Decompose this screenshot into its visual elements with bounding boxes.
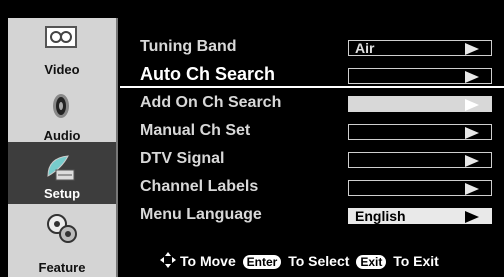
- right-arrow-icon: [465, 211, 479, 223]
- tuning-band-value: Air: [355, 40, 375, 56]
- tv-osd-screen: Video Audio Setup Feature Tuning Band Ai…: [0, 0, 504, 277]
- manual-ch-set-selector[interactable]: [348, 124, 492, 140]
- menu-item-dtv-signal[interactable]: DTV Signal: [120, 148, 504, 170]
- speaker-icon: [53, 94, 69, 118]
- right-arrow-icon: [465, 43, 479, 55]
- menu-item-menu-language[interactable]: Menu Language English: [120, 204, 504, 226]
- menu-item-label: Channel Labels: [140, 178, 259, 195]
- right-arrow-icon: [465, 127, 479, 139]
- select-hint-text: To Select: [288, 253, 350, 269]
- category-sidebar: Video Audio Setup Feature: [8, 18, 118, 277]
- menu-language-value: English: [355, 208, 406, 224]
- channel-labels-selector[interactable]: [348, 180, 492, 196]
- gears-icon: [47, 214, 77, 243]
- auto-ch-search-selector[interactable]: [348, 68, 492, 84]
- right-arrow-icon: [465, 71, 479, 83]
- satellite-dish-icon: [47, 155, 75, 181]
- menu-item-add-on-ch-search[interactable]: Add On Ch Search: [120, 92, 504, 114]
- sidebar-item-video[interactable]: Video: [8, 18, 116, 80]
- exit-key-label: Exit: [356, 255, 387, 269]
- move-hint-text: To Move: [180, 253, 236, 269]
- menu-item-label: DTV Signal: [140, 150, 225, 167]
- right-arrow-icon: [465, 99, 479, 111]
- navigation-hint-bar: To Move Enter To Select Exit To Exit: [120, 250, 504, 274]
- menu-header-band: [120, 18, 504, 32]
- directional-pad-icon: [160, 252, 176, 268]
- menu-item-label: Add On Ch Search: [140, 94, 282, 111]
- menu-language-selector[interactable]: English: [348, 208, 492, 224]
- sidebar-item-audio[interactable]: Audio: [8, 80, 116, 143]
- menu-item-channel-labels[interactable]: Channel Labels: [120, 176, 504, 198]
- sidebar-item-setup[interactable]: Setup: [8, 142, 116, 204]
- tuning-band-selector[interactable]: Air: [348, 40, 492, 56]
- sidebar-item-label: Setup: [43, 186, 81, 201]
- add-on-ch-search-selector[interactable]: [348, 96, 492, 112]
- sidebar-item-feature[interactable]: Feature: [8, 204, 116, 277]
- video-icon: [45, 26, 77, 48]
- menu-item-label: Tuning Band: [140, 38, 237, 55]
- menu-item-label: Menu Language: [140, 206, 262, 223]
- right-arrow-icon: [465, 183, 479, 195]
- menu-item-label: Manual Ch Set: [140, 122, 251, 139]
- menu-item-tuning-band[interactable]: Tuning Band Air: [120, 36, 504, 58]
- sidebar-item-label: Audio: [43, 128, 81, 143]
- right-arrow-icon: [465, 155, 479, 167]
- navigation-hint-text: To Move Enter To Select Exit To Exit: [180, 253, 439, 269]
- dtv-signal-selector[interactable]: [348, 152, 492, 168]
- menu-item-label: Auto Ch Search: [140, 64, 276, 84]
- sidebar-item-label: Feature: [38, 260, 86, 275]
- exit-hint-text: To Exit: [393, 253, 439, 269]
- menu-item-auto-ch-search[interactable]: Auto Ch Search: [120, 64, 504, 88]
- menu-item-manual-ch-set[interactable]: Manual Ch Set: [120, 120, 504, 142]
- sidebar-item-label: Video: [44, 62, 80, 77]
- enter-key-label: Enter: [242, 255, 282, 269]
